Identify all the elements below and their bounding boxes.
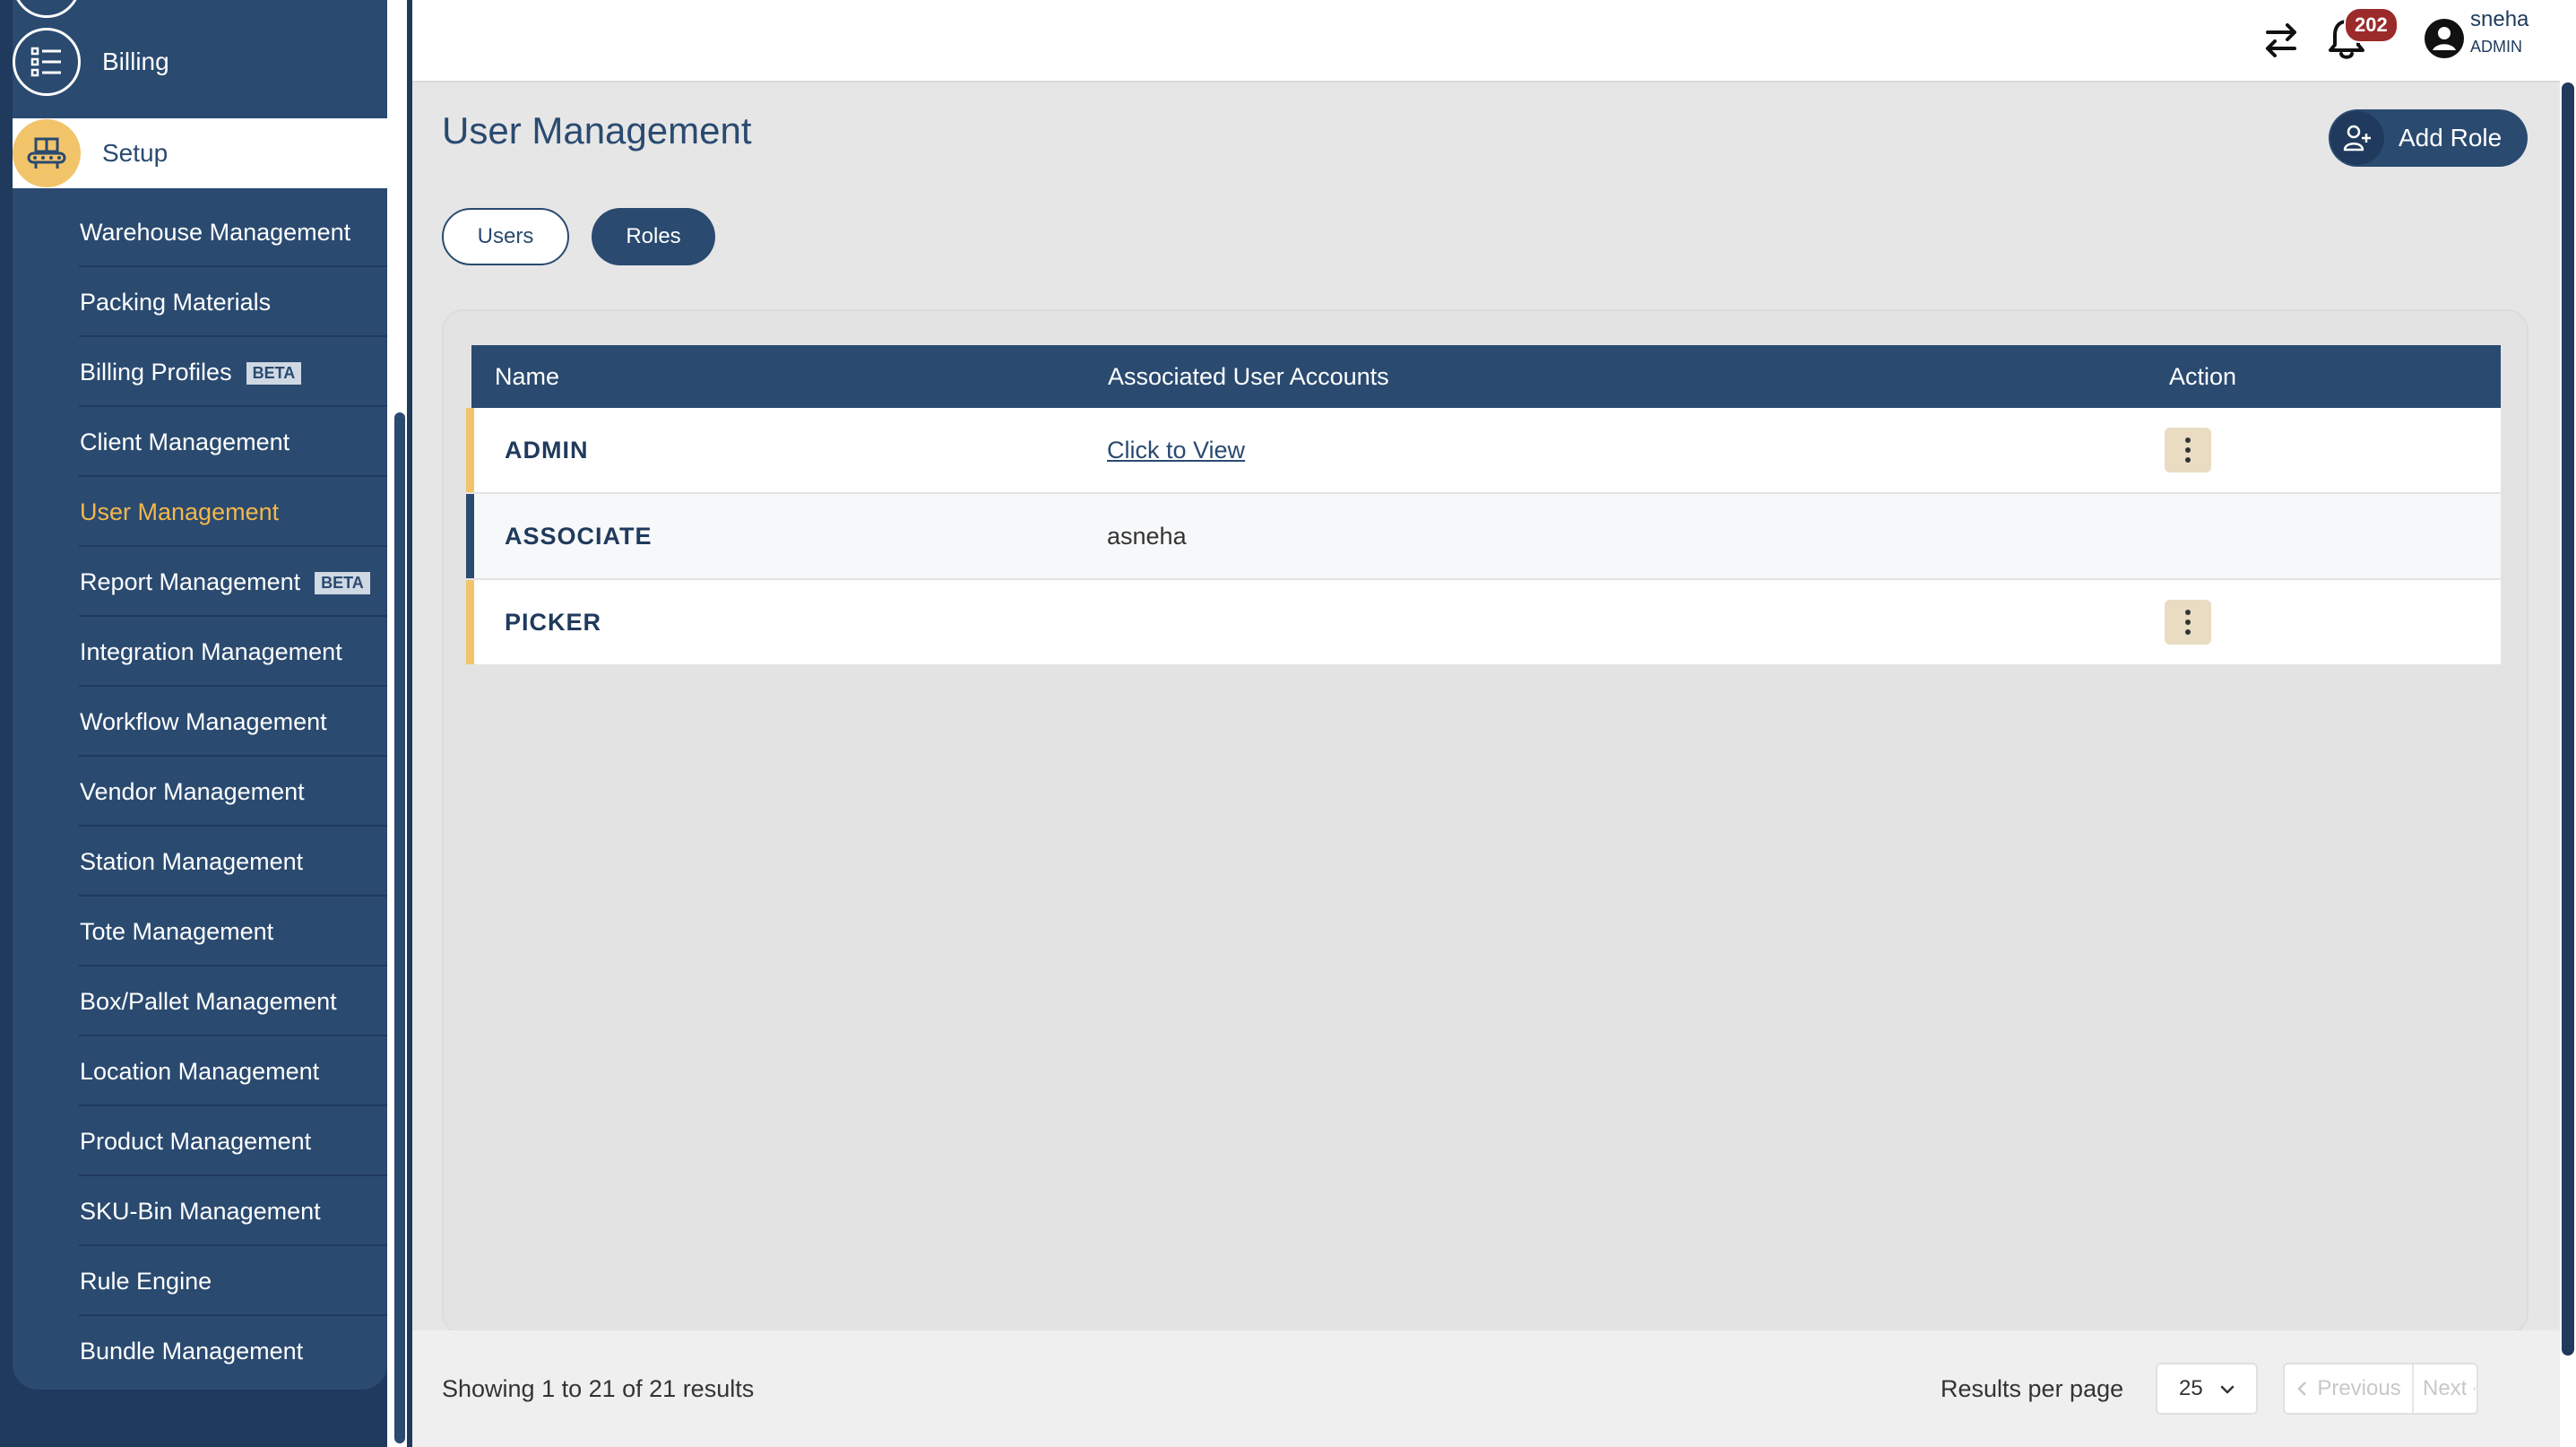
sidebar-item-workflow-management[interactable]: Workflow Management [13,687,387,757]
sidebar-item-billing-profiles[interactable]: Billing Profiles BETA [13,337,387,407]
associated-accounts: asneha [1107,523,1187,550]
previous-page-button[interactable]: Previous [2285,1365,2414,1413]
list-icon [13,28,81,96]
column-header-associated-accounts: Associated User Accounts [1108,362,1389,390]
sidebar-item-warehouse-management[interactable]: Warehouse Management [13,197,387,267]
add-role-button[interactable]: Add Role [2329,109,2528,167]
notification-badge: 202 [2344,7,2399,43]
results-per-page-value: 25 [2179,1376,2203,1400]
sidebar-item-sku-bin-management[interactable]: SKU-Bin Management [13,1176,387,1246]
previous-label: Previous [2317,1376,2401,1400]
sidebar-item-client-management[interactable]: Client Management [13,407,387,477]
column-header-name: Name [495,362,560,390]
main-scrollbar-thumb[interactable] [2562,82,2574,1356]
user-avatar-icon[interactable] [2422,16,2467,61]
chevron-left-icon [2297,1382,2307,1396]
column-header-action: Action [2169,362,2237,390]
table-header: Name Associated User Accounts Action [471,345,2501,408]
add-role-label: Add Role [2399,124,2503,152]
sidebar-item-tote-management[interactable]: Tote Management [13,897,387,966]
sidebar-item-integration-management[interactable]: Integration Management [13,617,387,687]
sidebar-item-product-management[interactable]: Product Management [13,1106,387,1176]
chevron-right-icon [2473,1386,2477,1391]
results-per-page-label: Results per page [1941,1375,2124,1402]
page-title: User Management [442,109,752,152]
role-name: PICKER [505,609,602,636]
nav-billing[interactable]: Billing [13,27,387,97]
sidebar-item-report-management[interactable]: Report Management BETA [13,547,387,617]
tab-users[interactable]: Users [442,208,569,265]
next-label: Next [2423,1376,2468,1400]
next-page-button[interactable]: Next [2414,1365,2477,1413]
results-summary: Showing 1 to 21 of 21 results [442,1375,755,1402]
row-accent [466,408,474,492]
sidebar-scrollbar-thumb[interactable] [394,412,405,1443]
chevron-down-icon [2220,1385,2235,1394]
kebab-icon [2185,438,2191,443]
top-bar: 202 sneha ADMIN [412,0,2563,82]
add-user-icon [2330,111,2384,165]
main-content: 202 sneha ADMIN User Management Add Role… [412,0,2563,1447]
user-role: ADMIN [2470,38,2522,56]
beta-badge: BETA [246,361,302,385]
sidebar-item-vendor-management[interactable]: Vendor Management [13,757,387,827]
sidebar: Billing Setup Warehouse Management Packi… [0,0,387,1447]
sidebar-item-station-management[interactable]: Station Management [13,827,387,897]
role-name: ASSOCIATE [505,523,653,550]
user-name[interactable]: sneha [2470,7,2528,32]
more-actions-button[interactable] [2165,600,2211,645]
nav-setup[interactable]: Setup [13,118,387,188]
sidebar-item-bundle-management[interactable]: Bundle Management [13,1316,387,1386]
pagination: Previous Next [2283,1363,2478,1415]
conveyor-icon [13,119,81,187]
kebab-icon [2185,610,2191,615]
role-name: ADMIN [505,437,589,464]
results-per-page-select[interactable]: 25 [2156,1363,2258,1415]
row-accent [466,494,474,578]
sidebar-item-location-management[interactable]: Location Management [13,1036,387,1106]
swap-icon[interactable] [2259,18,2304,63]
setup-submenu: Warehouse Management Packing Materials B… [13,197,387,1386]
sidebar-item-user-management[interactable]: User Management [13,477,387,547]
sidebar-item-packing-materials[interactable]: Packing Materials [13,267,387,337]
beta-badge: BETA [315,571,370,594]
table-row: ADMIN Click to View [466,408,2501,492]
table-row: PICKER [466,580,2501,664]
view-accounts-link[interactable]: Click to View [1107,437,1245,464]
nav-billing-label: Billing [102,48,169,75]
more-actions-button[interactable] [2165,428,2211,472]
row-accent [466,580,474,664]
sidebar-item-rule-engine[interactable]: Rule Engine [13,1246,387,1316]
table-row: ASSOCIATE asneha [466,494,2501,578]
nav-setup-label: Setup [102,139,169,167]
tab-roles[interactable]: Roles [592,208,715,265]
sidebar-item-box-pallet-management[interactable]: Box/Pallet Management [13,966,387,1036]
